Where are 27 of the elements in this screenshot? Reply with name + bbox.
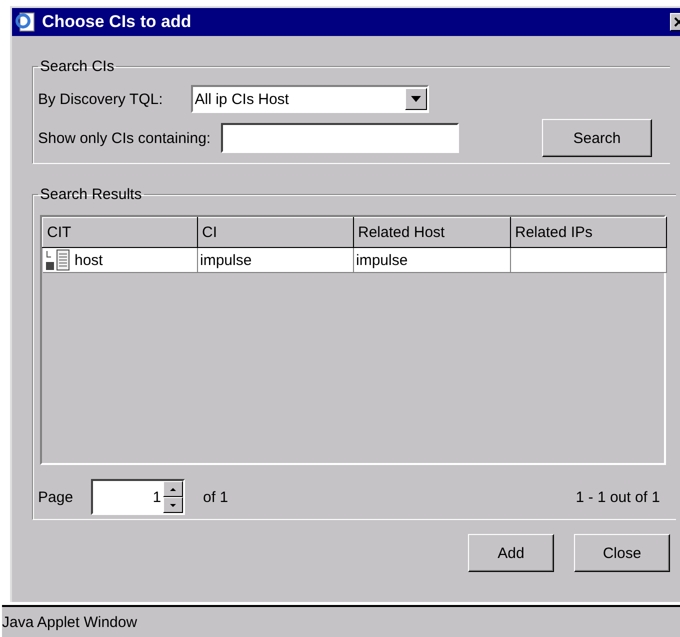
table-cell: impulse bbox=[198, 248, 354, 272]
tql-dropdown[interactable]: All ip CIs Host bbox=[190, 85, 429, 113]
spin-down-icon[interactable] bbox=[163, 497, 184, 513]
add-button[interactable]: Add bbox=[468, 534, 554, 572]
field-label: Show only CIs containing: bbox=[38, 130, 211, 146]
column-header[interactable]: CI bbox=[198, 218, 354, 248]
column-header[interactable]: CIT bbox=[42, 218, 198, 248]
spin-up-icon[interactable] bbox=[163, 481, 184, 497]
group-label: Search CIs bbox=[39, 58, 116, 75]
filter-field[interactable] bbox=[220, 123, 459, 153]
document-icon bbox=[14, 11, 36, 33]
search-button[interactable]: Search bbox=[542, 119, 652, 157]
close-dialog-button[interactable]: Close bbox=[574, 534, 670, 572]
window-title: Choose CIs to add bbox=[42, 12, 192, 32]
page-label: Page bbox=[38, 488, 74, 506]
table-cell: host bbox=[42, 248, 198, 272]
host-icon bbox=[44, 249, 70, 271]
page-count: of 1 bbox=[203, 488, 228, 506]
column-header[interactable]: Related Host bbox=[354, 218, 510, 248]
dropdown-arrow-icon bbox=[410, 96, 421, 102]
page-spinner[interactable]: 1 bbox=[91, 479, 186, 515]
field-label: By Discovery TQL: bbox=[38, 90, 163, 108]
status-text: Java Applet Window bbox=[2, 614, 138, 630]
result-summary: 1 - 1 out of 1 bbox=[576, 488, 660, 506]
column-header[interactable]: Related IPs bbox=[510, 218, 666, 248]
table-cell: impulse bbox=[354, 248, 510, 272]
group-label: Search Results bbox=[39, 186, 143, 203]
